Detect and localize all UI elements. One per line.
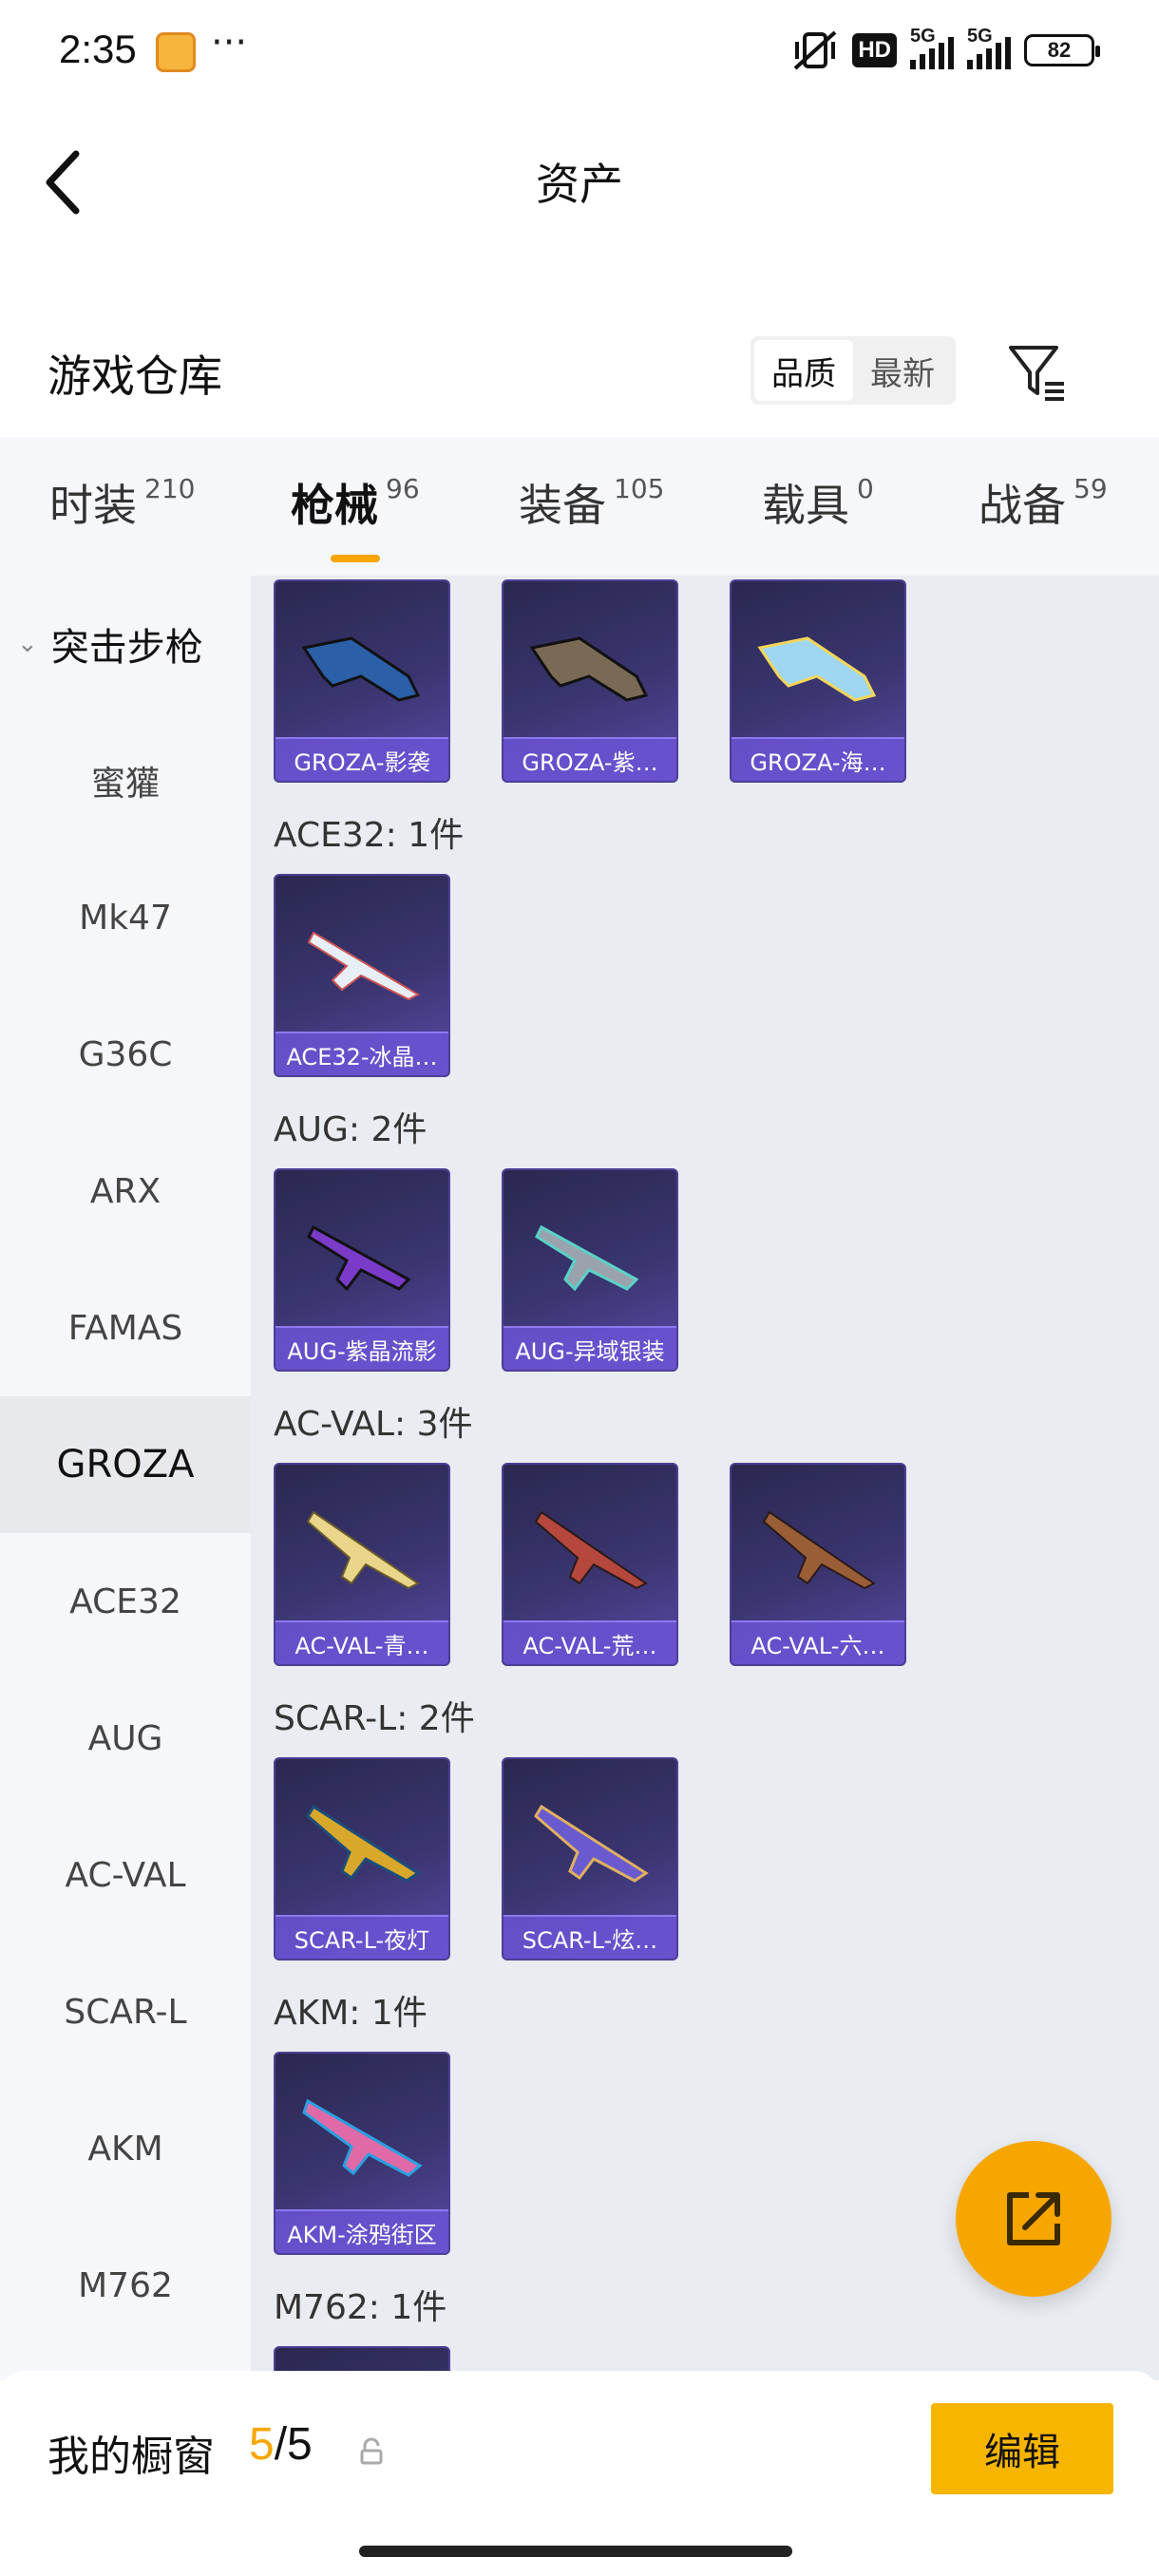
chevron-down-icon: ⌄ — [17, 630, 38, 658]
weapon-card-name: GROZA-紫… — [504, 737, 676, 781]
rifle-skin-icon — [529, 636, 649, 702]
status-icons: HD 5G 5G 82 — [791, 26, 1100, 72]
sidebar-item[interactable]: ACE32 — [0, 1533, 251, 1670]
signal-icon-1: 5G — [910, 26, 954, 69]
tab-firearms[interactable]: 枪械 96 — [291, 471, 420, 562]
weapon-card[interactable]: GROZA-影袭 — [274, 579, 450, 783]
filter-icon[interactable] — [1007, 342, 1068, 403]
sort-newest-button[interactable]: 最新 — [853, 340, 952, 401]
group-label: M762: 1件 — [274, 2288, 447, 2327]
weapon-card[interactable]: AC-VAL-青… — [274, 1463, 450, 1666]
category-tabs: 时装 210 枪械 96 装备 105 载具 0 战备 59 — [0, 437, 1159, 576]
weapon-card-name: AUG-异域银装 — [504, 1326, 676, 1370]
weapon-card-name: AC-VAL-青… — [276, 1620, 448, 1664]
weapon-card-name: SCAR-L-炫… — [504, 1915, 676, 1959]
weapon-card[interactable]: AC-VAL-荒… — [502, 1463, 678, 1666]
signal-icon-2: 5G — [967, 26, 1011, 69]
weapon-card-name: AUG-紫晶流影 — [276, 1326, 448, 1370]
sidebar-item[interactable]: AUG — [0, 1670, 251, 1807]
rifle-skin-icon — [306, 1510, 420, 1590]
rifle-skin-icon — [762, 1510, 876, 1590]
warehouse-section-header: 游戏仓库 品质 最新 — [0, 313, 1159, 427]
app-notification-icon — [156, 32, 196, 72]
tab-supplies[interactable]: 战备 59 — [978, 471, 1108, 534]
rifle-skin-icon — [302, 2098, 423, 2177]
weapon-card-name: SCAR-L-夜灯 — [276, 1915, 448, 1959]
edit-button[interactable]: 编辑 — [931, 2403, 1113, 2494]
showcase-count: 5/5 — [249, 2419, 313, 2470]
page-title: 资产 — [536, 159, 623, 210]
sidebar-item[interactable]: Mk47 — [0, 849, 251, 986]
group-label: AC-VAL: 3件 — [274, 1405, 473, 1444]
weapon-card[interactable]: AUG-紫晶流影 — [274, 1168, 450, 1372]
weapon-card[interactable]: AKM-涂鸦街区 — [274, 2052, 450, 2255]
group-label: AKM: 1件 — [274, 1994, 428, 2033]
sidebar-item[interactable]: ARX — [0, 1123, 251, 1260]
weapon-card[interactable]: GROZA-海… — [730, 579, 906, 783]
top-bar: 资产 — [0, 104, 1159, 247]
weapon-card-name: AKM-涂鸦街区 — [276, 2209, 448, 2253]
group-label: AUG: 2件 — [274, 1110, 428, 1149]
tab-fashion[interactable]: 时装 210 — [49, 471, 195, 534]
sidebar-group-assault-rifles[interactable]: ⌄ 突击步枪 — [0, 576, 251, 712]
weapon-card-name: AC-VAL-六… — [732, 1620, 904, 1664]
rifle-skin-icon — [535, 1224, 639, 1292]
weapon-card-name: GROZA-海… — [732, 737, 904, 781]
rifle-skin-icon — [534, 1510, 648, 1590]
more-notifications-icon: ··· — [211, 21, 248, 65]
sidebar-item-selected[interactable]: GROZA — [0, 1396, 251, 1533]
weapon-card-name: GROZA-影袭 — [276, 737, 448, 781]
sidebar-item[interactable]: AKM — [0, 2080, 251, 2217]
active-tab-indicator — [330, 555, 380, 562]
group-label: SCAR-L: 2件 — [274, 1699, 475, 1738]
rifle-skin-icon — [301, 636, 421, 702]
battery-icon: 82 — [1024, 34, 1100, 66]
rifle-skin-icon — [307, 1224, 411, 1292]
tab-equipment[interactable]: 装备 105 — [519, 471, 664, 534]
weapon-grid: GROZA-影袭 GROZA-紫… GROZA-海… ACE32: 1件 ACE… — [251, 576, 1159, 2380]
sidebar-item[interactable]: M762 — [0, 2217, 251, 2354]
sort-toggle: 品质 最新 — [750, 336, 956, 405]
weapon-card[interactable]: SCAR-L-夜灯 — [274, 1757, 450, 1960]
share-button[interactable] — [956, 2141, 1112, 2297]
showcase-label: 我的橱窗 — [48, 2433, 215, 2481]
section-title: 游戏仓库 — [48, 350, 222, 402]
vibrate-mute-icon — [793, 30, 837, 70]
home-indicator[interactable] — [359, 2546, 792, 2557]
group-label: ACE32: 1件 — [274, 816, 465, 855]
sidebar-item[interactable]: SCAR-L — [0, 1943, 251, 2080]
weapon-card[interactable]: GROZA-紫… — [502, 579, 678, 783]
tab-vehicles[interactable]: 载具 0 — [762, 471, 874, 534]
weapon-card[interactable]: AC-VAL-六… — [730, 1463, 906, 1666]
rifle-skin-icon — [757, 636, 877, 702]
sidebar-item[interactable]: 蜜獾 — [0, 712, 251, 849]
share-external-icon — [1007, 2192, 1060, 2245]
sidebar-item[interactable]: G36C — [0, 986, 251, 1123]
rifle-skin-icon — [307, 931, 421, 1001]
weapon-card-name: ACE32-冰晶… — [276, 1032, 448, 1075]
weapon-card[interactable]: AUG-异域银装 — [502, 1168, 678, 1372]
weapon-card[interactable]: SCAR-L-炫… — [502, 1757, 678, 1960]
lock-icon — [360, 2437, 383, 2465]
weapon-type-sidebar: ⌄ 突击步枪 蜜獾 Mk47 G36C ARX FAMAS GROZA ACE3… — [0, 576, 251, 2380]
status-time: 2:35 — [59, 27, 137, 71]
sort-quality-button[interactable]: 品质 — [754, 340, 853, 401]
hd-voice-icon: HD — [852, 33, 897, 67]
rifle-skin-icon — [534, 1804, 649, 1883]
weapon-card-name: AC-VAL-荒… — [504, 1620, 676, 1664]
rifle-skin-icon — [306, 1804, 421, 1883]
showcase-bar: 我的橱窗 5/5 编辑 — [0, 2371, 1159, 2576]
sidebar-item[interactable]: AC-VAL — [0, 1807, 251, 1943]
weapon-card[interactable]: ACE32-冰晶… — [274, 874, 450, 1077]
status-bar: 2:35 ··· HD 5G 5G 82 — [0, 0, 1159, 104]
sidebar-item[interactable]: FAMAS — [0, 1260, 251, 1396]
